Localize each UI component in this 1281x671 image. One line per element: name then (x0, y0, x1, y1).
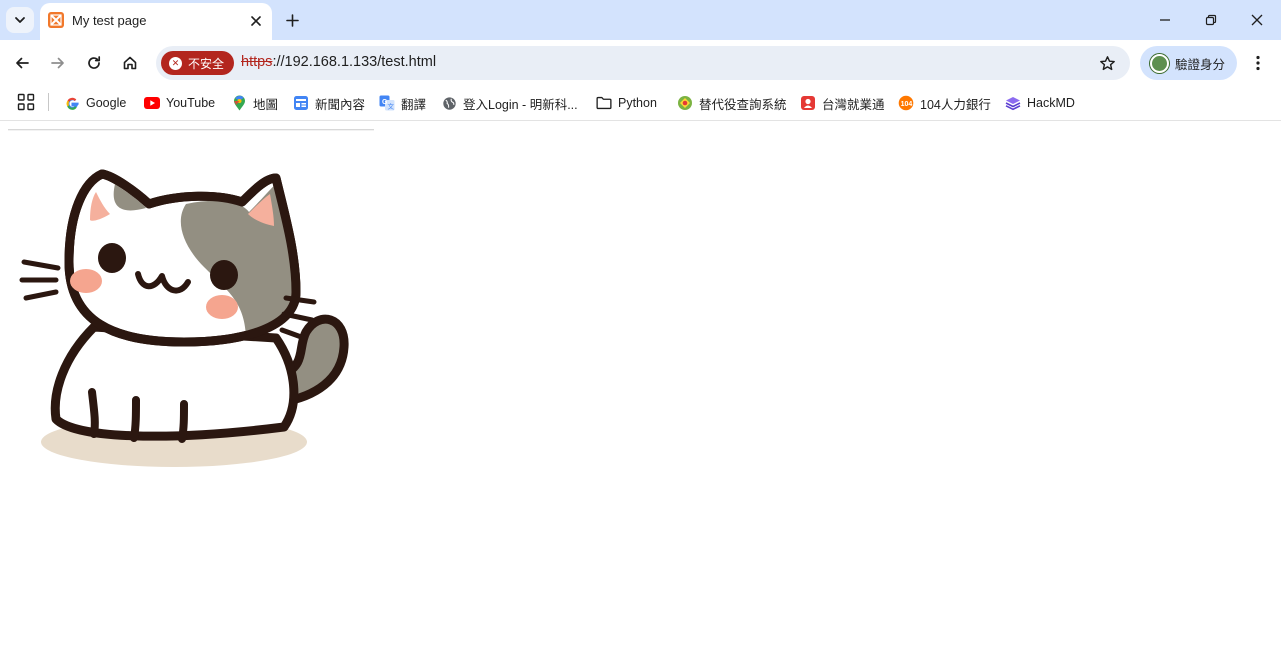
site-icon (677, 95, 693, 111)
address-bar[interactable]: ✕ 不安全 https://192.168.1.133/test.html (156, 46, 1130, 80)
plus-icon (285, 13, 299, 27)
bookmark-maps[interactable]: 地圖 (231, 92, 278, 114)
bookmark-label: 台灣就業通 (822, 97, 885, 112)
bookmark-label: 地圖 (253, 97, 279, 112)
bookmark-folder-python[interactable]: Python (596, 92, 657, 114)
forward-button[interactable] (45, 50, 71, 76)
bookmark-google[interactable]: Google (64, 92, 126, 114)
bookmarks-bar: Google YouTube 地圖 新聞內容 G 文 翻譯 登入Login - … (0, 85, 1281, 121)
site-icon: 104 (898, 95, 914, 111)
svg-text:104: 104 (901, 101, 913, 108)
translate-icon: G 文 (379, 95, 395, 111)
tab-strip: My test page (0, 0, 1281, 40)
bookmark-taiwan-jobs[interactable]: 台灣就業通 (800, 92, 885, 114)
bookmark-news[interactable]: 新聞內容 (293, 92, 365, 114)
youtube-icon (144, 95, 160, 111)
new-tab-button[interactable] (281, 9, 303, 31)
bookmark-star-button[interactable] (1096, 52, 1118, 74)
bookmark-label: 登入Login - 明新科... (463, 97, 578, 112)
arrow-left-icon (16, 57, 29, 69)
hackmd-icon (1005, 95, 1021, 111)
back-button[interactable] (9, 50, 35, 76)
bookmark-label: Python (618, 96, 657, 110)
cat-illustration (19, 169, 349, 467)
toolbar: ✕ 不安全 https://192.168.1.133/test.html 驗證… (0, 40, 1281, 85)
chevron-down-icon (15, 17, 25, 23)
bookmark-hackmd[interactable]: HackMD (1005, 92, 1075, 114)
restore-icon (1205, 14, 1217, 26)
bookmark-label: Google (86, 96, 127, 110)
close-icon (251, 16, 261, 26)
minimize-icon (1160, 19, 1170, 21)
browser-menu-button[interactable] (1248, 50, 1268, 76)
bookmark-104-job-bank[interactable]: 104 104人力銀行 (898, 92, 991, 114)
avatar-icon (1150, 53, 1169, 73)
site-icon (800, 95, 816, 111)
horizontal-rule (8, 129, 374, 131)
profile-label: 驗證身分 (1175, 57, 1226, 72)
apps-grid-icon[interactable] (17, 93, 35, 111)
bookmark-translate[interactable]: G 文 翻譯 (379, 92, 426, 114)
bookmark-label: 104人力銀行 (920, 97, 991, 112)
bookmark-login[interactable]: 登入Login - 明新科... (441, 92, 578, 114)
xampp-favicon-icon (48, 12, 64, 28)
bookmark-label: 替代役查詢系統 (699, 97, 787, 112)
active-tab[interactable]: My test page (40, 3, 272, 40)
svg-text:文: 文 (388, 102, 395, 111)
warning-x-icon: ✕ (169, 56, 182, 70)
bookmark-label: 新聞內容 (315, 97, 366, 112)
page-content (0, 122, 1281, 671)
close-tab-button[interactable] (246, 11, 266, 31)
reload-icon (88, 56, 101, 69)
bookmark-label: HackMD (1027, 96, 1075, 110)
bookmark-substitute-service[interactable]: 替代役查詢系統 (677, 92, 787, 114)
news-icon (293, 95, 309, 111)
home-button[interactable] (117, 50, 143, 76)
more-vertical-icon (1256, 55, 1260, 71)
bookmark-label: YouTube (166, 96, 216, 110)
not-secure-chip[interactable]: ✕ 不安全 (161, 51, 235, 75)
globe-icon (441, 95, 457, 111)
minimize-button[interactable] (1153, 8, 1177, 32)
url-rest: ://192.168.1.133/test.html (272, 54, 437, 70)
arrow-right-icon (51, 57, 64, 69)
folder-icon (596, 95, 612, 111)
url-scheme: https (241, 54, 273, 70)
restore-button[interactable] (1199, 8, 1223, 32)
star-icon (1099, 55, 1115, 70)
security-label: 不安全 (188, 56, 225, 71)
reload-button[interactable] (81, 50, 107, 76)
profile-button[interactable]: 驗證身分 (1140, 46, 1237, 80)
bookmarks-separator (48, 93, 49, 111)
bookmark-youtube[interactable]: YouTube (144, 92, 215, 114)
url-text[interactable]: https://192.168.1.133/test.html (241, 54, 436, 70)
tab-title: My test page (72, 13, 147, 28)
home-icon (123, 56, 137, 70)
close-window-button[interactable] (1245, 8, 1269, 32)
close-icon (1251, 14, 1263, 26)
maps-icon (231, 95, 247, 111)
bookmark-label: 翻譯 (401, 97, 427, 112)
tab-search-button[interactable] (6, 7, 34, 33)
google-icon (64, 95, 80, 111)
